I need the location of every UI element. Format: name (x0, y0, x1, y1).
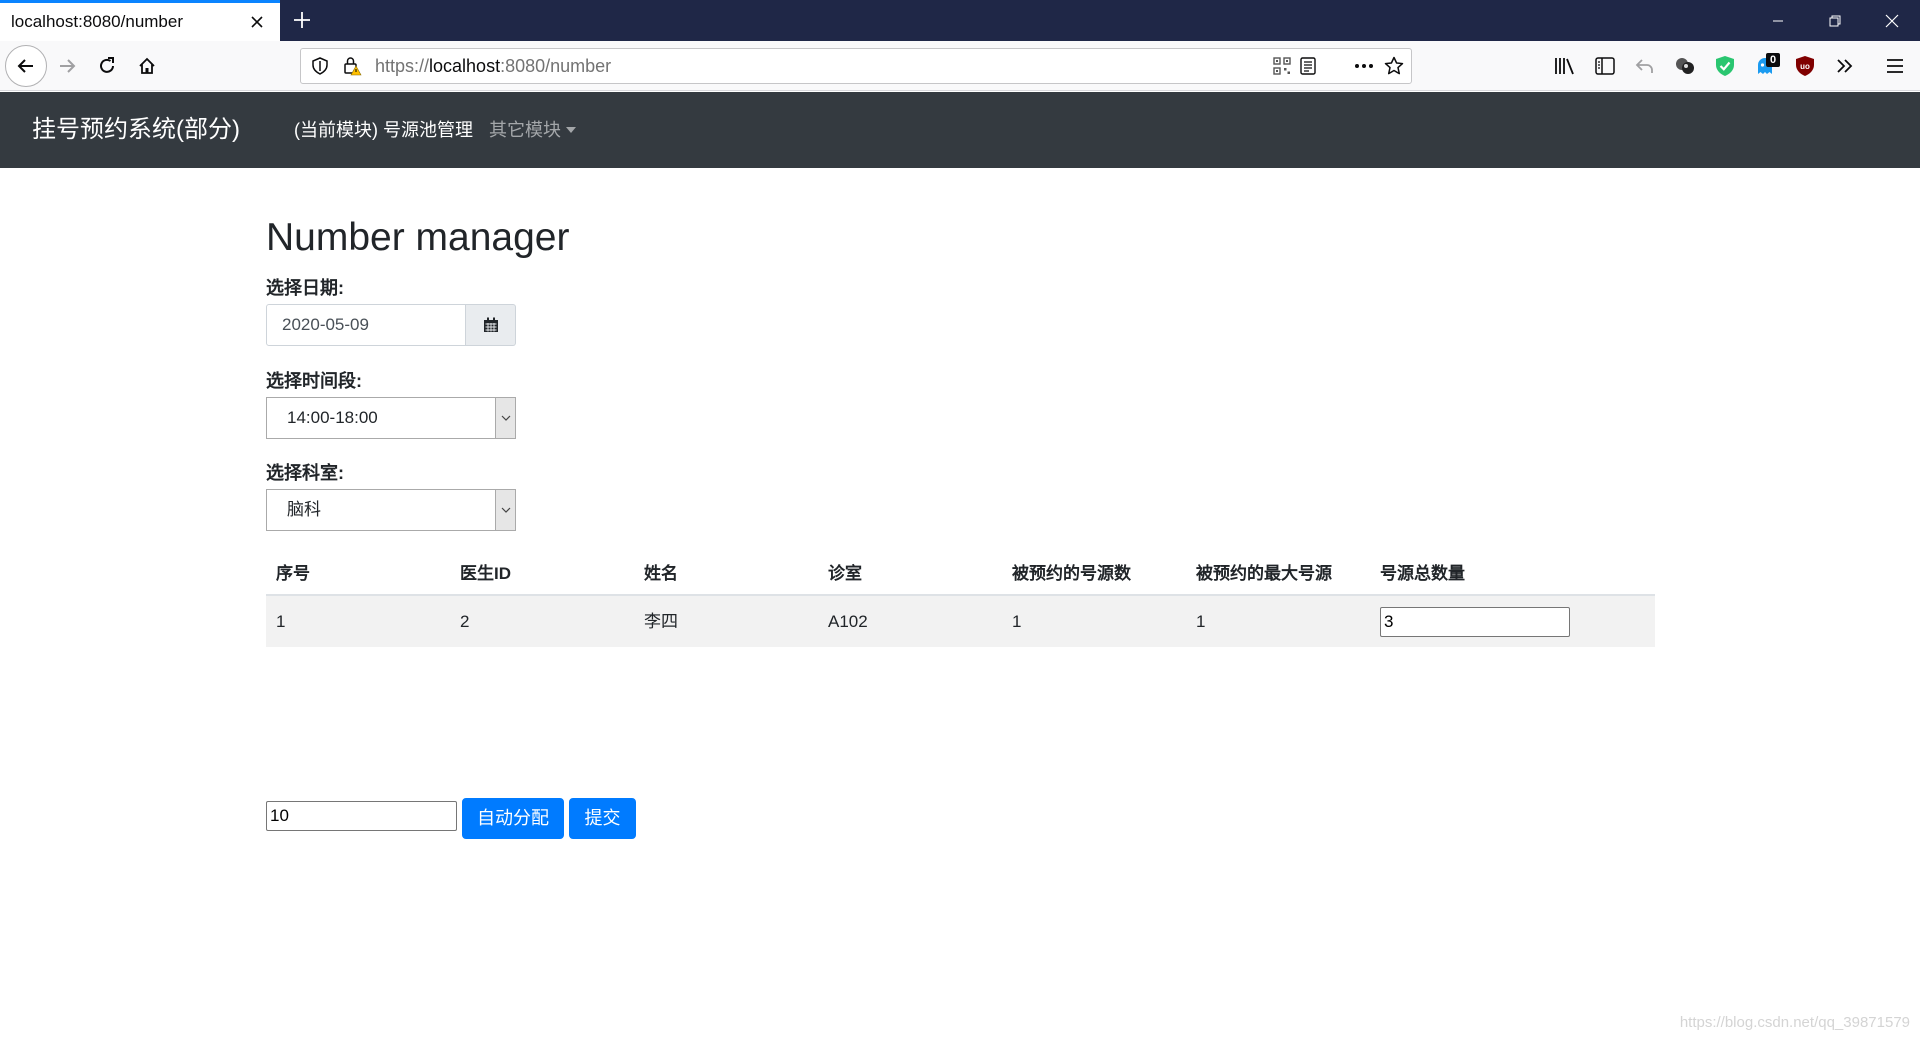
cell-booked: 1 (1012, 612, 1022, 631)
library-icon[interactable] (1548, 49, 1582, 83)
date-label: 选择日期: (266, 278, 344, 298)
department-value: 脑科 (287, 500, 321, 519)
extension-orbs-icon[interactable] (1668, 49, 1702, 83)
col-header-max-booked: 被预约的最大号源 (1196, 564, 1332, 583)
cell-doctor-id: 2 (460, 612, 470, 631)
total-count-input[interactable]: 3 (1380, 607, 1570, 637)
new-tab-icon[interactable] (286, 4, 318, 36)
app-brand[interactable]: 挂号预约系统(部分) (32, 92, 240, 168)
ghost-extension-icon[interactable]: 0 (1748, 49, 1782, 83)
address-bar[interactable]: https://localhost:8080/number (300, 48, 1412, 84)
back-button[interactable] (5, 45, 47, 87)
cell-room: A102 (828, 612, 868, 631)
more-actions-icon[interactable] (1351, 53, 1377, 79)
insecure-lock-icon[interactable] (339, 53, 365, 79)
time-slot-value: 14:00-18:00 (287, 408, 378, 427)
browser-tab-strip: localhost:8080/number (0, 0, 1920, 41)
date-input[interactable]: 2020-05-09 (266, 304, 466, 346)
col-header-name: 姓名 (644, 564, 678, 583)
app-navbar: 挂号预约系统(部分) (当前模块) 号源池管理 其它模块 (0, 92, 1920, 168)
home-button[interactable] (130, 49, 164, 83)
nav-other-modules-label: 其它模块 (489, 120, 561, 140)
col-header-room: 诊室 (828, 564, 862, 583)
qr-code-icon[interactable] (1269, 53, 1295, 79)
sidebar-icon[interactable] (1588, 49, 1622, 83)
close-tab-icon[interactable] (244, 9, 270, 35)
col-header-booked: 被预约的号源数 (1012, 564, 1131, 583)
submit-button[interactable]: 提交 (569, 798, 636, 839)
browser-toolbar: https://localhost:8080/number 0 uo (0, 41, 1920, 91)
page-title: Number manager (266, 216, 570, 259)
col-header-index: 序号 (276, 564, 310, 583)
nav-current-module[interactable]: (当前模块) 号源池管理 (294, 92, 473, 168)
cell-max-booked: 1 (1196, 612, 1206, 631)
restore-icon[interactable] (1807, 0, 1863, 41)
auto-assign-button[interactable]: 自动分配 (462, 798, 564, 839)
department-label: 选择科室: (266, 463, 344, 483)
chevron-down-icon[interactable] (495, 490, 515, 530)
shield-icon[interactable] (307, 53, 333, 79)
tab-title: localhost:8080/number (11, 12, 184, 31)
url-text: https://localhost:8080/number (375, 56, 612, 76)
number-pool-table: 序号 医生ID 姓名 诊室 被预约的号源数 被预约的最大号源 号源总数量 1 2… (266, 552, 1655, 647)
browser-tab[interactable]: localhost:8080/number (0, 0, 280, 41)
reload-button[interactable] (90, 49, 124, 83)
table-header: 序号 医生ID 姓名 诊室 被预约的号源数 被预约的最大号源 号源总数量 (266, 552, 1655, 596)
reader-view-icon[interactable] (1295, 53, 1321, 79)
close-window-icon[interactable] (1864, 0, 1920, 41)
ublock-icon[interactable]: uo (1788, 49, 1822, 83)
department-select[interactable]: 脑科 (266, 489, 516, 531)
svg-text:uo: uo (1800, 62, 1810, 71)
calendar-button[interactable] (466, 304, 516, 346)
table-row: 1 2 李四 A102 1 1 3 (266, 596, 1655, 647)
col-header-total: 号源总数量 (1380, 564, 1465, 583)
nav-other-modules-dropdown[interactable]: 其它模块 (489, 92, 576, 168)
bookmark-star-icon[interactable] (1381, 53, 1407, 79)
calendar-icon (483, 317, 498, 332)
caret-down-icon (566, 126, 576, 133)
cell-name: 李四 (644, 612, 678, 631)
menu-hamburger-icon[interactable] (1878, 49, 1912, 83)
shield-check-icon[interactable] (1708, 49, 1742, 83)
auto-assign-input[interactable]: 10 (266, 801, 457, 831)
extension-badge: 0 (1766, 53, 1780, 67)
cell-index: 1 (276, 612, 286, 631)
cell-total: 3 (1370, 596, 1570, 647)
time-slot-select[interactable]: 14:00-18:00 (266, 397, 516, 439)
chevron-down-icon[interactable] (495, 398, 515, 438)
watermark: https://blog.csdn.net/qq_39871579 (1679, 1014, 1910, 1031)
overflow-chevron-icon[interactable] (1828, 49, 1862, 83)
undo-icon[interactable] (1628, 49, 1662, 83)
col-header-doctor-id: 医生ID (460, 564, 511, 583)
time-slot-label: 选择时间段: (266, 371, 362, 391)
date-picker[interactable]: 2020-05-09 (266, 304, 516, 346)
minimize-icon[interactable] (1750, 0, 1806, 41)
forward-button[interactable] (50, 49, 84, 83)
